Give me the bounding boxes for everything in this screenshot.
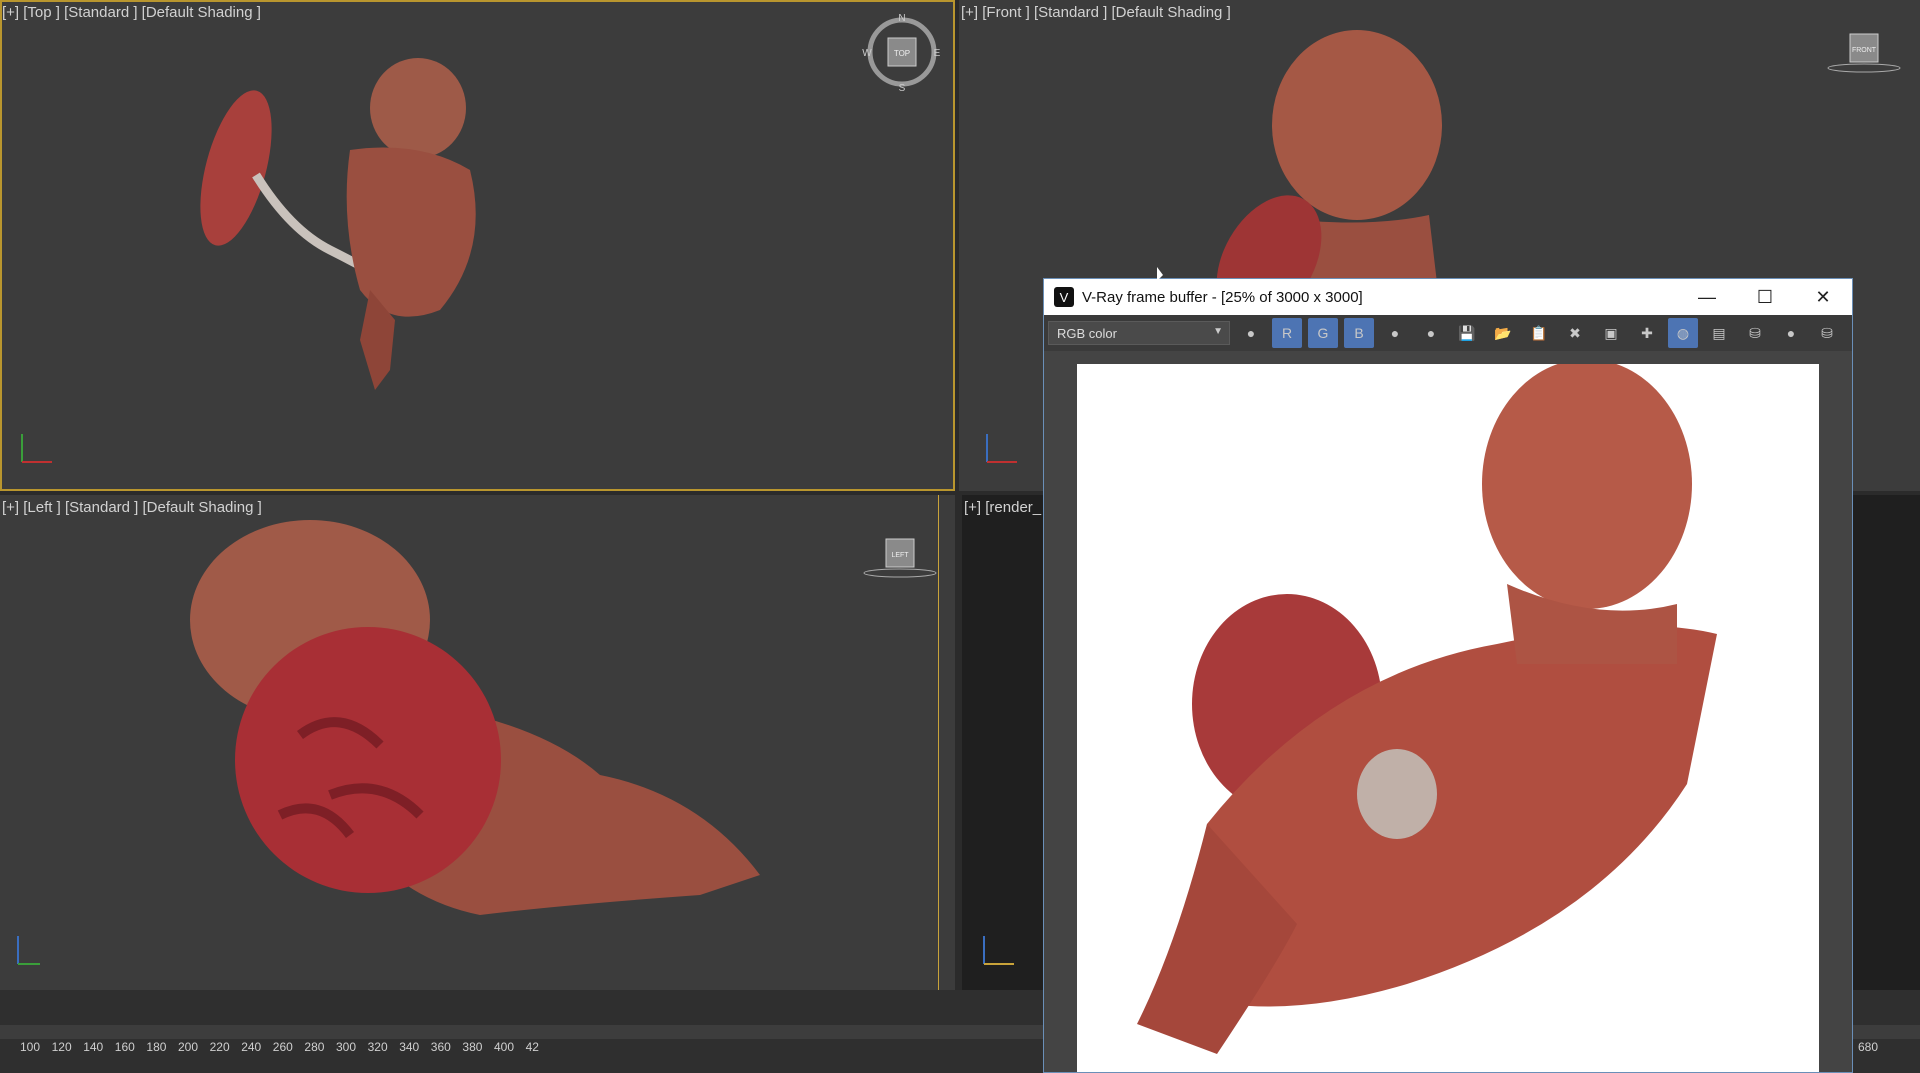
svg-text:N: N — [898, 13, 905, 24]
tick-label: 380 — [462, 1040, 483, 1054]
render-icon[interactable]: ⛁ — [1812, 318, 1842, 348]
axis-gizmo-icon — [986, 434, 1017, 463]
tick-label: 680 — [1858, 1040, 1879, 1054]
axis-gizmo-icon — [17, 936, 40, 965]
tick-label: 260 — [272, 1040, 293, 1054]
fetus-left-view — [190, 520, 760, 915]
chevron-down-icon: ▼ — [1213, 326, 1223, 337]
tick-label: 360 — [430, 1040, 451, 1054]
tick-label: 300 — [336, 1040, 357, 1054]
tick-label: 200 — [178, 1040, 199, 1054]
time-slider-marker[interactable] — [938, 495, 939, 992]
window-titlebar[interactable]: V V-Ray frame buffer - [25% of 3000 x 30… — [1044, 279, 1852, 315]
maximize-button[interactable]: ☐ — [1736, 279, 1794, 315]
pixel-info-icon[interactable]: ▤ — [1704, 318, 1734, 348]
window-title: V-Ray frame buffer - [25% of 3000 x 3000… — [1082, 288, 1363, 306]
color-channels-icon[interactable]: ● — [1236, 318, 1266, 348]
duplicate-icon[interactable]: ▣ — [1596, 318, 1626, 348]
tick-label: 320 — [367, 1040, 388, 1054]
mouse-cursor-icon — [1157, 267, 1163, 281]
close-button[interactable]: ✕ — [1794, 279, 1852, 315]
clear-icon[interactable]: ✖ — [1560, 318, 1590, 348]
svg-text:FRONT: FRONT — [1852, 47, 1877, 54]
tick-label: 100 — [20, 1040, 41, 1054]
mono-icon[interactable]: ● — [1416, 318, 1446, 348]
vfb-toolbar: RGB color ▼ ● R G B ● ● 💾 📂 📋 ✖ ▣ ✚ ◍ ▤ ⛁ ● ⛁ — [1044, 315, 1852, 351]
svg-text:LEFT: LEFT — [891, 552, 909, 559]
render-area — [1044, 351, 1852, 1072]
svg-text:S: S — [899, 83, 906, 92]
view-cube-top[interactable]: TOP N S E W — [862, 12, 942, 92]
rendered-image — [1077, 364, 1819, 1072]
tick-label: 180 — [146, 1040, 167, 1054]
tick-label: 120 — [51, 1040, 72, 1054]
render-last-icon[interactable]: ⛁ — [1740, 318, 1770, 348]
tick-label: 240 — [241, 1040, 262, 1054]
green-channel-icon[interactable]: G — [1308, 318, 1338, 348]
alpha-icon[interactable]: ● — [1380, 318, 1410, 348]
channel-dropdown[interactable]: RGB color ▼ — [1048, 321, 1230, 345]
svg-text:E: E — [934, 48, 941, 59]
svg-text:W: W — [862, 48, 872, 59]
tick-label: 220 — [209, 1040, 230, 1054]
save-icon[interactable]: 💾 — [1452, 318, 1482, 348]
vray-logo-icon: V — [1054, 287, 1074, 307]
axis-gizmo-icon — [21, 434, 52, 463]
red-channel-icon[interactable]: R — [1272, 318, 1302, 348]
minimize-button[interactable]: — — [1678, 279, 1736, 315]
tick-label: 340 — [399, 1040, 420, 1054]
vray-frame-buffer-window[interactable]: V V-Ray frame buffer - [25% of 3000 x 30… — [1043, 278, 1853, 1073]
blue-channel-icon[interactable]: B — [1344, 318, 1374, 348]
viewport-top[interactable]: [+] [Top ] [Standard ] [Default Shading … — [0, 0, 955, 491]
tick-label: 140 — [83, 1040, 104, 1054]
tick-label: 400 — [494, 1040, 515, 1054]
channel-value: RGB color — [1057, 325, 1117, 341]
tick-label: 42 — [525, 1040, 539, 1054]
view-cube-front[interactable]: FRONT — [1824, 30, 1904, 80]
viewport-label[interactable]: [+] [render_ — [964, 499, 1041, 516]
fetus-top-view — [200, 58, 476, 390]
track-mouse-icon[interactable]: ✚ — [1632, 318, 1662, 348]
clipboard-icon[interactable]: 📋 — [1524, 318, 1554, 348]
axis-gizmo-icon — [983, 936, 1014, 965]
tick-label: 160 — [114, 1040, 135, 1054]
svg-text:TOP: TOP — [894, 49, 910, 58]
viewport-left[interactable]: [+] [Left ] [Standard ] [Default Shading… — [0, 495, 955, 992]
region-icon[interactable]: ◍ — [1668, 318, 1698, 348]
open-icon[interactable]: 📂 — [1488, 318, 1518, 348]
tick-label: 280 — [304, 1040, 325, 1054]
view-cube-left[interactable]: LEFT — [860, 535, 940, 585]
stop-icon[interactable]: ● — [1776, 318, 1806, 348]
